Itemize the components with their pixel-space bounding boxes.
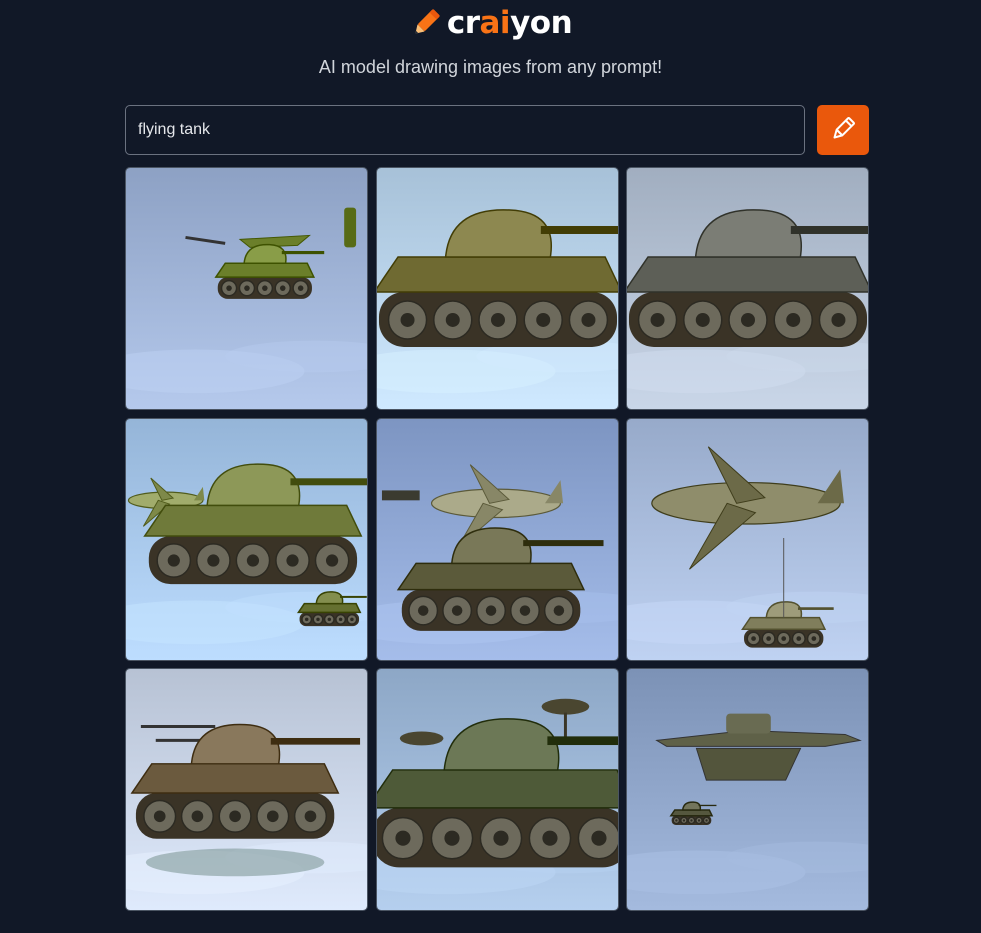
generated-image <box>376 418 618 660</box>
result-image[interactable] <box>375 167 619 410</box>
logo[interactable]: craiyon <box>0 4 981 42</box>
craiyon-page: craiyon AI model drawing images from any… <box>0 0 981 933</box>
generated-image <box>627 669 868 910</box>
draw-button[interactable] <box>817 105 869 155</box>
generated-image <box>126 168 367 409</box>
image-grid <box>125 167 869 911</box>
prompt-form <box>125 105 869 155</box>
pencil-icon <box>409 6 443 40</box>
generated-image <box>376 669 618 910</box>
page-subtitle: AI model drawing images from any prompt! <box>318 57 663 77</box>
generated-image <box>376 168 618 409</box>
result-image[interactable] <box>125 167 368 410</box>
result-image[interactable] <box>626 167 869 410</box>
pencil-icon <box>829 115 857 146</box>
brand-name-accent: ai <box>479 5 511 41</box>
brand-name: craiyon <box>446 5 573 41</box>
prompt-input[interactable] <box>125 105 805 155</box>
brand-name-prefix: cr <box>446 5 480 41</box>
result-image[interactable] <box>375 668 619 911</box>
result-image[interactable] <box>375 417 619 661</box>
generated-image <box>126 418 367 660</box>
result-image[interactable] <box>626 668 869 911</box>
brand-name-suffix: yon <box>510 5 573 41</box>
generated-image <box>126 669 367 910</box>
generated-image <box>627 168 868 409</box>
result-image[interactable] <box>626 417 869 661</box>
result-image[interactable] <box>125 417 368 661</box>
generated-image <box>627 418 868 660</box>
result-image[interactable] <box>125 668 368 911</box>
